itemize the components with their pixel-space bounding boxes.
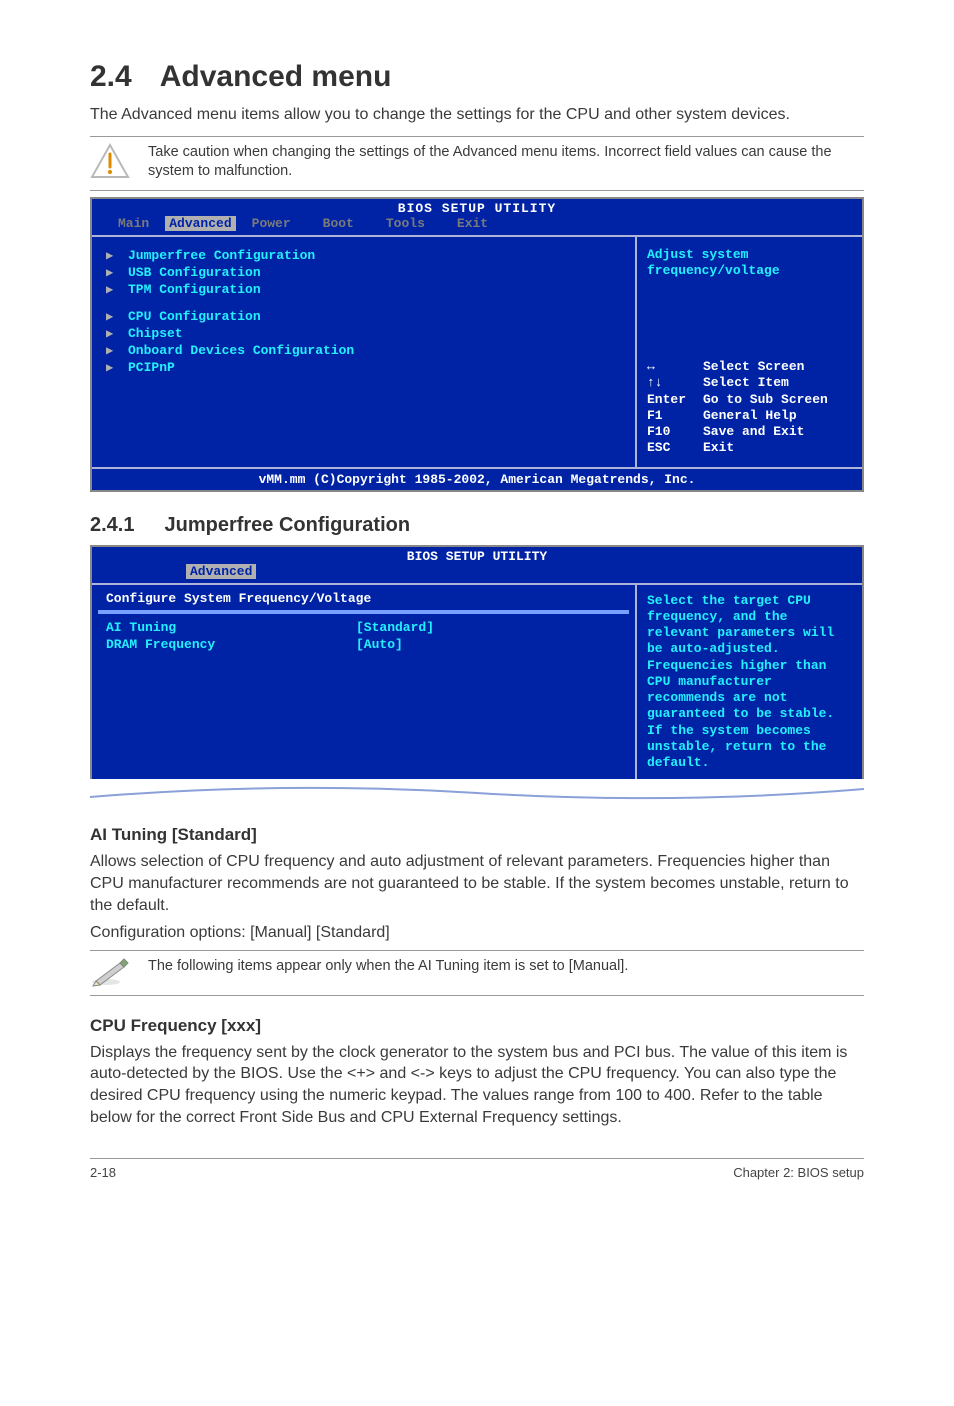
pencil-note-text: The following items appear only when the… (148, 957, 864, 977)
section-title: Advanced menu (160, 60, 392, 93)
bios-jumperfree-screenshot: BIOS SETUP UTILITY Advanced Configure Sy… (90, 545, 864, 782)
menu-chipset: ▶ Chipset (106, 325, 621, 342)
menu-jumperfree: ▶ Jumperfree Configuration (106, 247, 621, 264)
chevron-right-icon: ▶ (106, 282, 118, 297)
bios-key-legend: ↔ Select Screen ↑↓ Select Item Enter Go to … (647, 359, 852, 457)
key-f1: F1 (647, 408, 695, 424)
chevron-right-icon: ▶ (106, 326, 118, 341)
setting-ai-tuning: AI Tuning [Standard] (106, 620, 621, 637)
bios-copyright: vMM.mm (C)Copyright 1985-2002, American … (92, 469, 862, 490)
menu-onboard: ▶ Onboard Devices Configuration (106, 342, 621, 359)
page-number: 2-18 (90, 1165, 116, 1180)
page-footer: 2-18 Chapter 2: BIOS setup (90, 1158, 864, 1180)
tab-main: Main (102, 216, 165, 231)
key-desc: Exit (703, 440, 734, 456)
menu-label: USB Configuration (128, 265, 261, 280)
menu-label: CPU Configuration (128, 309, 261, 324)
key-esc: ESC (647, 440, 695, 456)
bios-title: BIOS SETUP UTILITY (398, 201, 556, 216)
setting-dram-frequency: DRAM Frequency [Auto] (106, 637, 621, 654)
key-lr: ↔ (647, 359, 695, 375)
divider (90, 995, 864, 996)
tab-boot: Boot (307, 216, 370, 231)
section-number: 2.4 (90, 60, 132, 93)
tab-advanced: Advanced (186, 564, 256, 579)
setting-label: DRAM Frequency (106, 637, 356, 654)
chevron-right-icon: ▶ (106, 248, 118, 263)
divider (90, 190, 864, 191)
section-heading: 2.4 Advanced menu (90, 60, 864, 94)
key-desc: Select Screen (703, 359, 804, 375)
tab-exit: Exit (441, 216, 504, 231)
chevron-right-icon: ▶ (106, 343, 118, 358)
setting-value: [Auto] (356, 637, 403, 654)
subsection-number: 2.4.1 (90, 514, 134, 536)
key-ud: ↑↓ (647, 375, 695, 391)
menu-label: Onboard Devices Configuration (128, 343, 354, 358)
tab-power: Power (236, 216, 307, 231)
setting-label: AI Tuning (106, 620, 356, 637)
caution-note: Take caution when changing the settings … (90, 143, 864, 182)
menu-label: Chipset (128, 326, 183, 341)
subsection-title: Jumperfree Configuration (164, 514, 410, 536)
chevron-right-icon: ▶ (106, 265, 118, 280)
torn-edge-icon (90, 779, 864, 805)
menu-label: PCIPnP (128, 360, 175, 375)
key-f10: F10 (647, 424, 695, 440)
subsection-heading: 2.4.1 Jumperfree Configuration (90, 514, 864, 537)
section-intro: The Advanced menu items allow you to cha… (90, 104, 864, 126)
help-line: Adjust system (647, 247, 852, 263)
menu-cpu: ▶ CPU Configuration (106, 308, 621, 325)
chevron-right-icon: ▶ (106, 360, 118, 375)
warning-icon (90, 143, 130, 179)
key-desc: Select Item (703, 375, 789, 391)
tab-advanced: Advanced (165, 216, 235, 231)
ai-tuning-heading: AI Tuning [Standard] (90, 825, 864, 845)
bios-title: BIOS SETUP UTILITY (407, 549, 547, 564)
setting-value: [Standard] (356, 620, 434, 637)
caution-text: Take caution when changing the settings … (148, 143, 864, 182)
bios-help-panel: Adjust system frequency/voltage ↔ Select … (637, 237, 862, 467)
menu-pcipnp: ▶ PCIPnP (106, 359, 621, 376)
menu-label: Jumperfree Configuration (128, 248, 315, 263)
cpu-frequency-heading: CPU Frequency [xxx] (90, 1016, 864, 1036)
divider (90, 136, 864, 137)
bios-subheader: Configure System Frequency/Voltage (98, 585, 629, 612)
tab-tools: Tools (370, 216, 441, 231)
chapter-label: Chapter 2: BIOS setup (733, 1165, 864, 1180)
ai-tuning-options: Configuration options: [Manual] [Standar… (90, 922, 864, 944)
menu-usb: ▶ USB Configuration (106, 264, 621, 281)
ai-tuning-desc: Allows selection of CPU frequency and au… (90, 851, 864, 916)
key-desc: General Help (703, 408, 797, 424)
divider (90, 950, 864, 951)
key-desc: Go to Sub Screen (703, 392, 828, 408)
key-enter: Enter (647, 392, 695, 408)
bios-help-text: Select the target CPU frequency, and the… (637, 585, 862, 780)
pencil-icon (90, 957, 130, 987)
menu-label: TPM Configuration (128, 282, 261, 297)
key-desc: Save and Exit (703, 424, 804, 440)
cpu-frequency-desc: Displays the frequency sent by the clock… (90, 1042, 864, 1128)
bios-menu-list: ▶ Jumperfree Configuration ▶ USB Configura… (92, 237, 637, 467)
bios-advanced-screenshot: BIOS SETUP UTILITY Main Advanced Power B… (90, 197, 864, 492)
chevron-right-icon: ▶ (106, 309, 118, 324)
bios-tab-bar: Main Advanced Power Boot Tools Exit (92, 216, 862, 235)
menu-tpm: ▶ TPM Configuration (106, 281, 621, 298)
help-line: frequency/voltage (647, 263, 852, 279)
pencil-note: The following items appear only when the… (90, 957, 864, 987)
